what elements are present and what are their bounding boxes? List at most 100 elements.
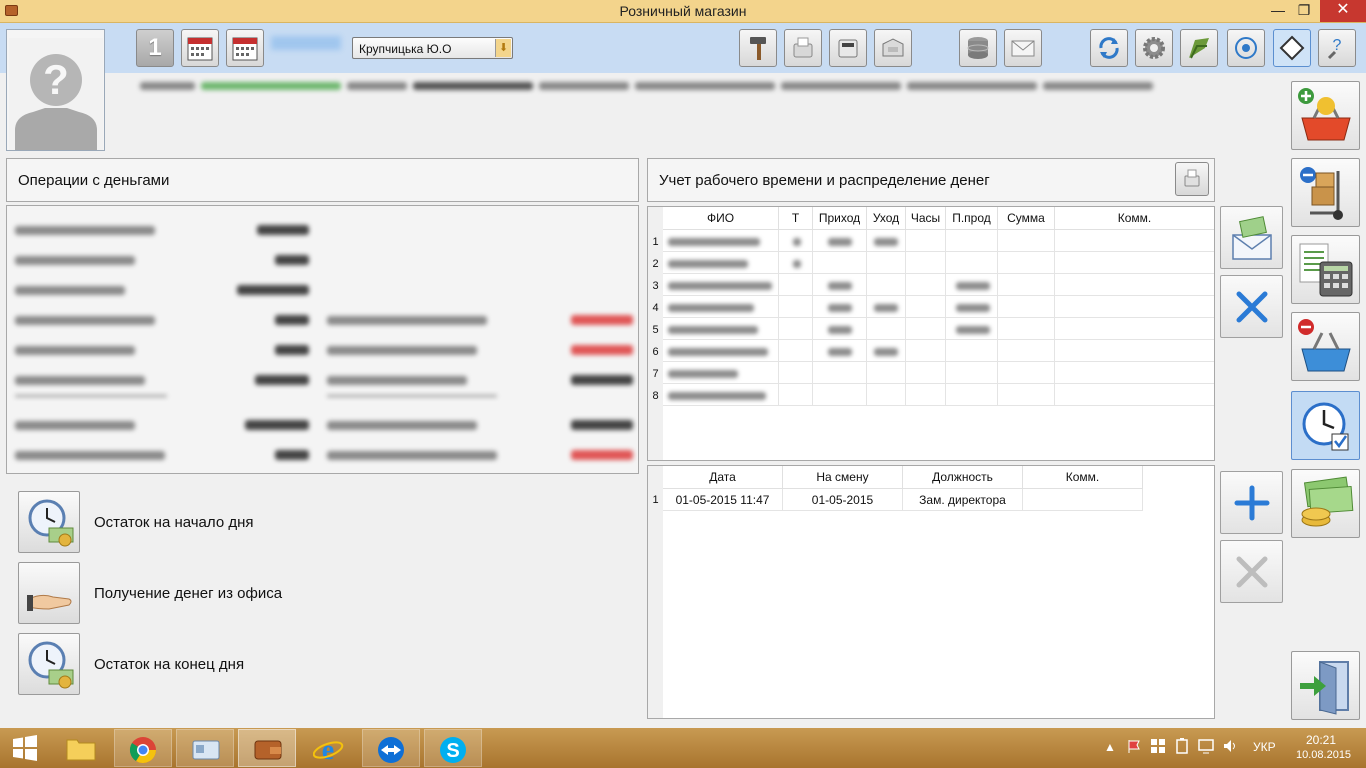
employee-select-value: Крупчицька Ю.О — [359, 42, 452, 56]
exit-button[interactable] — [1291, 651, 1360, 720]
hand-truck-icon — [1300, 167, 1343, 220]
worktime-table: ФИО Т Приход Уход Часы П.прод Сумма Комм… — [647, 206, 1215, 461]
calendar-button-2[interactable] — [226, 29, 264, 67]
remove-basket-icon — [1298, 319, 1351, 372]
blurred-value — [828, 348, 852, 356]
col-header-on-shift[interactable]: На смену — [783, 466, 903, 489]
add-shift-button[interactable] — [1220, 471, 1283, 534]
col-header-comment[interactable]: Комм. — [1055, 207, 1214, 230]
dropdown-arrow-icon: ⬇ — [495, 39, 511, 57]
start-of-day-balance-action[interactable]: Остаток на начало дня — [18, 491, 618, 553]
tray-arrow-icon[interactable]: ▲ — [1104, 740, 1116, 754]
shift-date-cell[interactable]: 01-05-2015 11:47 — [663, 489, 783, 511]
row-number: 5 — [652, 324, 659, 336]
taskbar-explorer[interactable] — [52, 729, 110, 767]
col-header-position[interactable]: Должность — [903, 466, 1023, 489]
blurred-name — [668, 282, 772, 290]
shift-on-shift-cell[interactable]: 01-05-2015 — [783, 489, 903, 511]
maximize-button[interactable]: ❐ — [1290, 0, 1318, 22]
calendar-button-1[interactable] — [181, 29, 219, 67]
blurred-name — [668, 392, 766, 400]
label-printer-button[interactable] — [829, 29, 867, 67]
col-header-fio[interactable]: ФИО — [663, 207, 779, 230]
col-header-sales[interactable]: П.прод — [946, 207, 998, 230]
col-header-leave[interactable]: Уход — [867, 207, 906, 230]
money-row — [15, 448, 635, 462]
mail-button[interactable] — [1004, 29, 1042, 67]
shift-comment-cell[interactable] — [1023, 489, 1143, 511]
end-of-day-balance-action[interactable]: Остаток на конец дня — [18, 633, 618, 695]
taskbar-skype[interactable]: S — [424, 729, 482, 767]
flags-icon — [1189, 38, 1209, 59]
hammer-button[interactable] — [739, 29, 777, 67]
receive-office-money-action[interactable]: Получение денег из офиса — [18, 562, 618, 624]
tray-battery-icon[interactable] — [1174, 738, 1190, 757]
row-number: 1 — [652, 494, 659, 506]
plus-icon — [1234, 485, 1270, 521]
fiscal-printer-icon — [882, 38, 904, 57]
col-header-hours[interactable]: Часы — [906, 207, 946, 230]
money-panel-header: Операции с деньгами — [6, 158, 639, 202]
blurred-value — [874, 304, 898, 312]
col-header-comment[interactable]: Комм. — [1023, 466, 1143, 489]
distribute-money-button[interactable] — [1220, 206, 1283, 269]
grid-line — [812, 230, 813, 406]
tray-flag-icon[interactable] — [1126, 738, 1142, 757]
taskbar-chrome[interactable] — [114, 729, 172, 767]
money-coins-icon — [1301, 476, 1354, 527]
delete-worktime-button[interactable] — [1220, 275, 1283, 338]
grid-line — [905, 230, 906, 406]
money-row — [15, 283, 635, 297]
hand-money-button[interactable] — [18, 562, 80, 624]
taskbar-contacts[interactable] — [176, 729, 234, 767]
settings-button[interactable] — [1135, 29, 1173, 67]
col-header-arrival[interactable]: Приход — [813, 207, 867, 230]
flags-button[interactable] — [1180, 29, 1218, 67]
view-button[interactable] — [1227, 29, 1265, 67]
database-button[interactable] — [959, 29, 997, 67]
tray-monitor-icon[interactable] — [1198, 738, 1214, 757]
delete-shift-button[interactable] — [1220, 540, 1283, 603]
close-button[interactable]: ✕ — [1320, 0, 1366, 22]
clock-money-button[interactable] — [18, 491, 80, 553]
fiscal-printer-button[interactable] — [874, 29, 912, 67]
col-header-sum[interactable]: Сумма — [998, 207, 1055, 230]
windows-start-icon — [13, 735, 37, 761]
clock-money-button[interactable] — [18, 633, 80, 695]
user-avatar: ? — [6, 29, 105, 151]
minimize-button[interactable]: — — [1264, 0, 1292, 22]
receipt-printer-button[interactable] — [784, 29, 822, 67]
goods-receipt-button[interactable] — [1291, 158, 1360, 227]
taskbar-clock[interactable]: 20:21 10.08.2015 — [1296, 733, 1351, 763]
print-worktime-button[interactable] — [1175, 162, 1209, 196]
tray-network-icon[interactable] — [1150, 738, 1166, 757]
calculation-button[interactable] — [1291, 235, 1360, 304]
gear-icon — [1143, 37, 1165, 59]
refresh-button[interactable] — [1090, 29, 1128, 67]
start-button[interactable] — [0, 729, 50, 767]
tray-volume-icon[interactable] — [1222, 738, 1238, 757]
svg-text:e: e — [322, 735, 334, 764]
worktime-button[interactable] — [1291, 391, 1360, 460]
taskbar-internet-explorer[interactable]: e — [300, 729, 358, 767]
receipt-printer-icon — [793, 37, 813, 58]
blurred-name — [668, 304, 754, 312]
grid-icon — [1151, 739, 1165, 753]
grid-line — [778, 230, 779, 406]
status-info-line — [140, 78, 1200, 92]
title-bar: Розничный магазин — ❐ ✕ — [0, 0, 1366, 23]
employee-select[interactable]: Крупчицька Ю.О ⬇ — [352, 37, 513, 59]
taskbar-retail-app[interactable] — [238, 729, 296, 767]
col-header-t[interactable]: Т — [779, 207, 813, 230]
col-header-date[interactable]: Дата — [663, 466, 783, 489]
taskbar-teamviewer[interactable] — [362, 729, 420, 767]
help-button[interactable]: ? — [1318, 29, 1356, 67]
new-sale-button[interactable] — [1291, 81, 1360, 150]
eraser-button[interactable] — [1273, 29, 1311, 67]
return-sale-button[interactable] — [1291, 312, 1360, 381]
row-number: 6 — [652, 346, 659, 358]
shift-position-cell[interactable]: Зам. директора — [903, 489, 1023, 511]
counter-button[interactable]: 1 — [136, 29, 174, 67]
cash-operations-button[interactable] — [1291, 469, 1360, 538]
language-indicator[interactable]: УКР — [1253, 740, 1276, 754]
